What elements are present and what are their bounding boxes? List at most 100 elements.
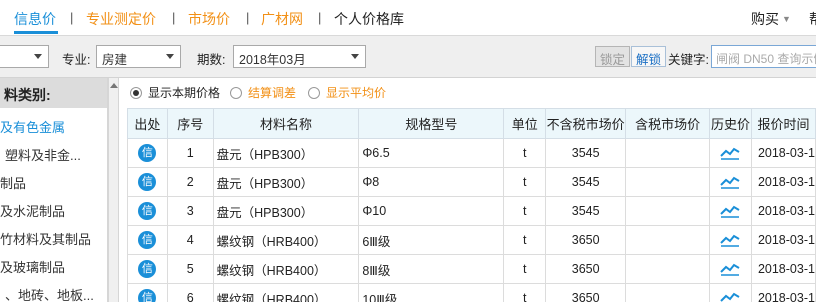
category-item-plastics[interactable]: 塑料及非金... [5, 145, 81, 164]
index-cell: 5 [166, 254, 214, 284]
history-cell [708, 254, 752, 284]
category-sidebar: 料类别: 及有色金属 塑料及非金... 制品 及水泥制品 竹材料及其制品 及玻璃… [0, 78, 108, 302]
unit-cell: t [503, 283, 547, 302]
unit-cell: t [503, 138, 547, 168]
chevron-down-icon [166, 54, 174, 59]
info-source-badge[interactable]: 信 [138, 289, 157, 302]
name-cell: 盘元（HPB300） [212, 138, 360, 168]
table-row[interactable]: 信 6 螺纹钢（HRB400） 10Ⅲ级 t 3650 2018-03-1 [127, 283, 816, 302]
category-item-glass[interactable]: 及玻璃制品 [0, 257, 65, 276]
chevron-down-icon [351, 54, 359, 59]
info-source-badge[interactable]: 信 [138, 173, 157, 191]
name-cell: 盘元（HPB300） [212, 196, 360, 226]
chevron-down-icon [34, 54, 42, 59]
col-header-index[interactable]: 序号 [166, 108, 214, 139]
region-select[interactable] [0, 45, 49, 68]
radio-unchecked-icon [308, 86, 320, 99]
price-tax-cell [625, 225, 710, 255]
name-cell: 螺纹钢（HRB400） [212, 283, 360, 302]
filter-bar: 专业: 房建 期数: 2018年03月 锁定 解锁 关键字: 闸阀 DN50 查… [0, 36, 816, 78]
history-cell [708, 138, 752, 168]
price-ex-tax-cell: 3545 [545, 196, 627, 226]
col-header-source[interactable]: 出处 [127, 108, 168, 139]
price-tax-cell [625, 283, 710, 302]
major-select[interactable]: 房建 [96, 45, 181, 68]
col-header-price-ex-tax[interactable]: 不含税市场价 [545, 108, 627, 139]
radio-current-price[interactable]: 显示本期价格 [130, 84, 220, 101]
radio-average[interactable]: 显示平均价 [308, 84, 386, 101]
col-header-price-tax[interactable]: 含税市场价 [625, 108, 710, 139]
tab-market-price[interactable]: 市场价 [188, 9, 230, 29]
category-item-cement[interactable]: 及水泥制品 [0, 201, 65, 220]
radio-settlement[interactable]: 结算调差 [230, 84, 296, 101]
price-ex-tax-cell: 3650 [545, 283, 627, 302]
spec-cell: 10Ⅲ级 [358, 283, 505, 302]
col-header-unit[interactable]: 单位 [503, 108, 547, 139]
unit-cell: t [503, 167, 547, 197]
app-root: 信息价 | 专业测定价 | 市场价 | 广材网 | 个人价格库 购买▼ 帮 专业… [0, 0, 816, 302]
history-cell [708, 167, 752, 197]
info-source-badge[interactable]: 信 [138, 260, 157, 278]
price-tax-cell [625, 196, 710, 226]
scroll-up-icon[interactable] [110, 83, 118, 88]
name-cell: 盘元（HPB300） [212, 167, 360, 197]
radio-unchecked-icon [230, 86, 242, 99]
source-cell: 信 [127, 167, 168, 197]
tab-info-price[interactable]: 信息价 [14, 9, 56, 29]
index-cell: 3 [166, 196, 214, 226]
buy-menu[interactable]: 购买 ▼ [751, 9, 791, 29]
index-cell: 2 [166, 167, 214, 197]
sidebar-scrollbar[interactable] [108, 78, 119, 302]
spec-cell: Φ8 [358, 167, 505, 197]
tab-personal-library[interactable]: 个人价格库 [334, 9, 404, 29]
period-select[interactable]: 2018年03月 [233, 45, 366, 68]
category-item-products[interactable]: 制品 [0, 173, 26, 192]
col-header-history[interactable]: 历史价 [708, 108, 752, 139]
trend-chart-icon[interactable] [720, 291, 740, 302]
col-header-date[interactable]: 报价时间 [750, 108, 816, 139]
table-row[interactable]: 信 1 盘元（HPB300） Φ6.5 t 3545 2018-03-1 [127, 138, 816, 168]
price-ex-tax-cell: 3650 [545, 254, 627, 284]
col-header-name[interactable]: 材料名称 [212, 108, 360, 139]
table-row[interactable]: 信 2 盘元（HPB300） Φ8 t 3545 2018-03-1 [127, 167, 816, 197]
trend-chart-icon[interactable] [720, 233, 740, 248]
lock-button[interactable]: 锁定 [595, 46, 631, 67]
price-table: 出处 序号 材料名称 规格型号 单位 不含税市场价 含税市场价 历史价 报价时间… [127, 108, 816, 302]
category-item-nonferrous[interactable]: 及有色金属 [0, 117, 65, 136]
info-source-badge[interactable]: 信 [138, 202, 157, 220]
table-row[interactable]: 信 4 螺纹钢（HRB400） 6Ⅲ级 t 3650 2018-03-1 [127, 225, 816, 255]
col-header-spec[interactable]: 规格型号 [358, 108, 505, 139]
date-cell: 2018-03-1 [750, 167, 816, 197]
trend-chart-icon[interactable] [720, 262, 740, 277]
table-row[interactable]: 信 5 螺纹钢（HRB400） 8Ⅲ级 t 3650 2018-03-1 [127, 254, 816, 284]
spec-cell: 8Ⅲ级 [358, 254, 505, 284]
radio-average-label: 显示平均价 [326, 86, 387, 100]
trend-chart-icon[interactable] [720, 175, 740, 190]
radio-checked-icon [130, 86, 142, 99]
index-cell: 6 [166, 283, 214, 302]
keyword-input[interactable]: 闸阀 DN50 查询示例 [711, 45, 816, 68]
date-cell: 2018-03-1 [750, 196, 816, 226]
category-title: 料类别: [4, 87, 51, 103]
trend-chart-icon[interactable] [720, 204, 740, 219]
buy-label: 购买 [751, 11, 779, 27]
price-tax-cell [625, 254, 710, 284]
info-source-badge[interactable]: 信 [138, 231, 157, 249]
table-row[interactable]: 信 3 盘元（HPB300） Φ10 t 3545 2018-03-1 [127, 196, 816, 226]
spec-cell: Φ6.5 [358, 138, 505, 168]
source-cell: 信 [127, 138, 168, 168]
radio-settlement-label: 结算调差 [248, 86, 297, 100]
source-cell: 信 [127, 196, 168, 226]
category-item-tiles[interactable]: 、地砖、地板... [5, 285, 94, 302]
category-item-bamboo[interactable]: 竹材料及其制品 [0, 229, 91, 248]
history-cell [708, 196, 752, 226]
name-cell: 螺纹钢（HRB400） [212, 225, 360, 255]
info-source-badge[interactable]: 信 [138, 144, 157, 162]
radio-current-label: 显示本期价格 [148, 86, 221, 100]
category-header: 料类别: [0, 78, 107, 108]
trend-chart-icon[interactable] [720, 146, 740, 161]
help-menu-cut[interactable]: 帮 [809, 9, 816, 29]
tab-professional-price[interactable]: 专业测定价 [86, 9, 156, 29]
tab-guangcai[interactable]: 广材网 [261, 9, 303, 29]
unlock-button[interactable]: 解锁 [631, 46, 667, 67]
